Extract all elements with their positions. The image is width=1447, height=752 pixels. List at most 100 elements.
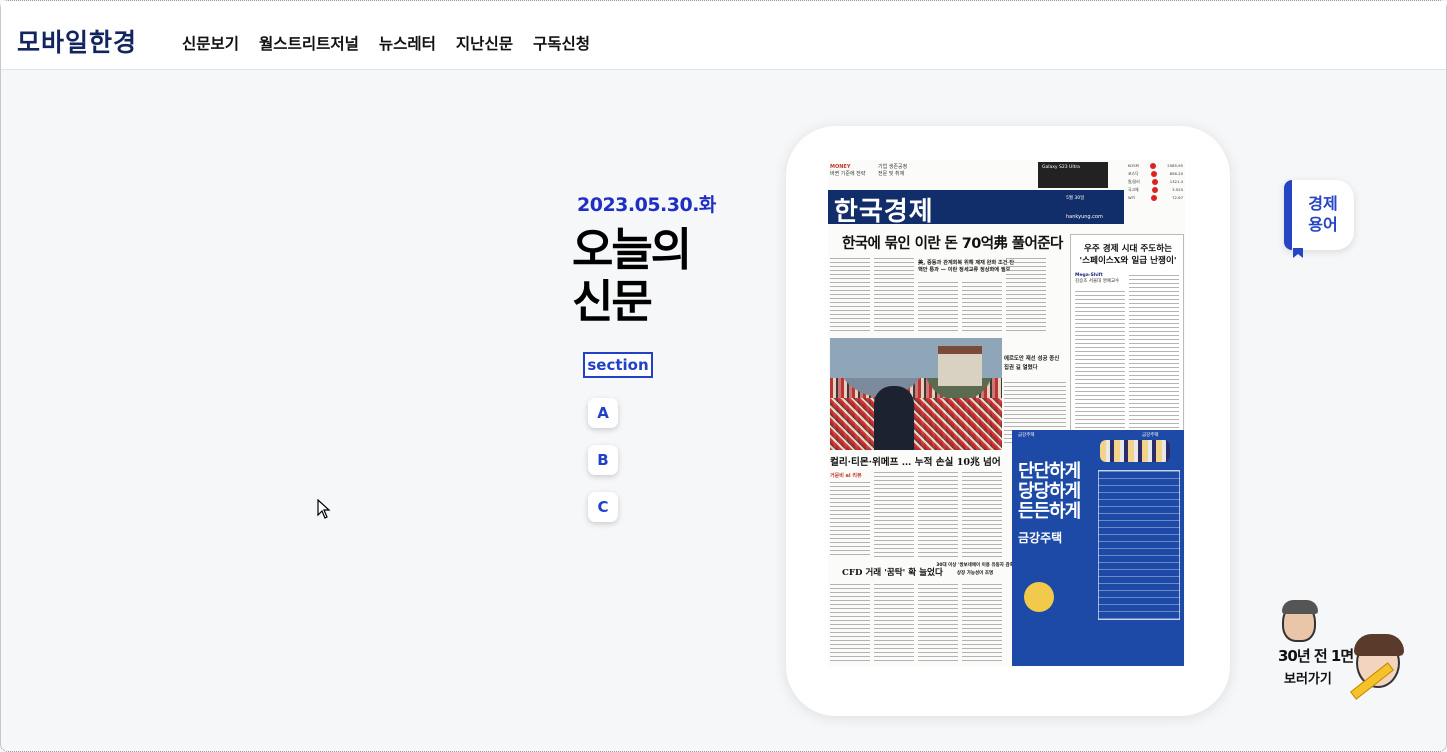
paper-text-block — [874, 472, 914, 558]
paper-text-block — [918, 472, 958, 558]
ad-brand-right: 금강주택 — [1142, 433, 1159, 438]
photo-building — [938, 346, 982, 386]
paper-box-title-2: '스페이스X와 일급 난쟁이' — [1079, 256, 1177, 266]
paper-box-tag: Mega-Shift 김승조 서울대 명예교수 — [1075, 273, 1119, 284]
ad-slogan-line: 단단하게 당당하게 든든하게 — [1018, 461, 1081, 522]
section-label: section — [583, 352, 653, 378]
section-b-button[interactable]: B — [588, 445, 618, 475]
market-dot-icon — [1150, 163, 1157, 169]
photo-person — [874, 386, 914, 450]
paper-brand-label: 거문비 ai 리뷰 — [830, 472, 862, 479]
paper-masthead-date: 5월 30일 — [1066, 196, 1085, 201]
paper-second-headline: 컬리·티몬·위메프 … 누적 손실 10兆 넘어 — [830, 457, 1001, 468]
term-line2: 용어 — [1308, 215, 1338, 234]
market-name: 코스닥 — [1128, 171, 1139, 176]
paper-headline: 한국에 묶인 이란 돈 70억弗 풀어준다 — [842, 236, 1063, 252]
economic-terms-button[interactable]: 경제 용어 — [1284, 180, 1354, 250]
ad-slogan: 단단하게 당당하게 든든하게 — [1018, 461, 1081, 522]
paper-market-index: KOSPI 2585.95 코스닥 856.20 원/달러 1321.4 국고채 3.5… — [1128, 162, 1183, 224]
paper-text-block — [1129, 275, 1179, 441]
paper-box-title-1: 우주 경제 시대 주도하는 — [1083, 244, 1173, 254]
paper-ad-banner: 금강주택 금강주택 단단하게 당당하게 든든하게 금강주택 — [1012, 430, 1184, 666]
paper-text-block — [830, 482, 870, 558]
ad-mascot-icon — [1024, 582, 1054, 612]
paper-brand-text: 거문비 ai 리뷰 — [830, 473, 862, 479]
market-row: KOSPI 2585.95 — [1128, 162, 1183, 170]
paper-top-mid-text: 기업 생존공정 — [878, 164, 908, 170]
paper-top-ad: Galaxy S23 Ultra — [1038, 162, 1108, 188]
page-title-line1: 오늘의 — [572, 223, 692, 276]
paper-subhead: 美, 중동과 관계회복 위해 제재 완화 조건 탄핵안 통과 — 이란 정세교류… — [918, 260, 1015, 273]
paper-text-block — [1006, 258, 1046, 334]
photo-crowd — [830, 398, 1002, 450]
nav-newsletter[interactable]: 뉴스레터 — [379, 32, 436, 54]
paper-text-block — [1075, 291, 1125, 441]
market-value: 2585.95 — [1167, 163, 1183, 168]
market-row: 코스닥 856.20 — [1128, 170, 1183, 178]
top-header: 모바일한경 신문보기 월스트리트저널 뉴스레터 지난신문 구독신청 — [1, 1, 1446, 70]
market-dot-icon — [1151, 179, 1158, 185]
term-line1: 경제 — [1308, 194, 1338, 213]
page-title-line2: 신문 — [572, 275, 653, 328]
paper-text-block — [918, 584, 958, 664]
paper-cfd-headline: CFD 거래 '꿈탁' 확 늘었다 — [842, 568, 943, 578]
paper-text-block — [874, 258, 914, 334]
market-value: 3.520 — [1172, 187, 1183, 192]
paper-column-box: 우주 경제 시대 주도하는 '스페이스X와 일급 난쟁이' Mega-Shift… — [1070, 234, 1184, 446]
market-value: 856.20 — [1169, 171, 1183, 176]
page-title: 오늘의 신문 — [572, 223, 692, 328]
paper-box-tag-label: Mega-Shift — [1075, 273, 1103, 278]
magnifier-man-icon — [1282, 600, 1318, 642]
throwback-line1: 30년 전 1면 — [1278, 647, 1354, 665]
market-row: 원/달러 1321.4 — [1128, 178, 1183, 186]
market-name: 원/달러 — [1128, 179, 1140, 184]
site-logo[interactable]: 모바일한경 — [17, 23, 137, 59]
throwback-30-years-button[interactable]: 30년 전 1면 보러가기 — [1274, 600, 1414, 710]
market-row: WTI 72.67 — [1128, 194, 1183, 202]
ad-product: 금강주택 — [1018, 531, 1063, 545]
market-dot-icon — [1150, 195, 1157, 201]
newspaper-front-page[interactable]: MONEY 바뀐 기준에 전략 기업 생존공정 전문 및 취재 Galaxy S… — [828, 160, 1185, 667]
paper-masthead-name: 한국경제 — [834, 197, 934, 227]
market-name: 국고채 — [1128, 187, 1139, 192]
market-value: 1321.4 — [1169, 179, 1183, 184]
ad-info-table — [1098, 470, 1180, 620]
nav-past-newspapers[interactable]: 지난신문 — [456, 32, 513, 54]
paper-top-ad-text: Galaxy S23 Ultra — [1042, 165, 1080, 170]
paper-top-mid-sub: 전문 및 취재 — [878, 171, 905, 177]
ad-illustration — [1100, 440, 1170, 462]
paper-text-block — [962, 584, 1002, 664]
paper-masthead-web: hankyung.com — [1066, 214, 1103, 220]
paper-masthead: 한국경제 5월 30일 hankyung.com — [828, 190, 1124, 227]
paper-text-block — [830, 258, 870, 334]
paper-top-left: MONEY 바뀐 기준에 전략 — [830, 164, 865, 178]
ad-brand-left: 금강주택 — [1018, 433, 1035, 438]
market-name: WTI — [1128, 195, 1136, 200]
market-dot-icon — [1152, 187, 1159, 193]
nav-wsj[interactable]: 월스트리트저널 — [259, 32, 359, 54]
paper-text-block — [874, 584, 914, 664]
mouse-cursor-icon — [317, 499, 331, 519]
paper-text-block — [918, 282, 958, 334]
main-nav: 신문보기 월스트리트저널 뉴스레터 지난신문 구독신청 — [182, 32, 590, 54]
throwback-line2: 보러가기 — [1284, 672, 1332, 687]
paper-text-block — [962, 282, 1002, 334]
market-value: 72.67 — [1172, 195, 1183, 200]
edition-date: 2023.05.30.화 — [577, 194, 716, 216]
section-a-button[interactable]: A — [588, 398, 618, 428]
paper-text-block — [962, 472, 1002, 558]
section-c-button[interactable]: C — [588, 492, 618, 522]
market-dot-icon — [1151, 171, 1158, 177]
paper-money-label: MONEY — [830, 164, 851, 170]
paper-box-title: 우주 경제 시대 주도하는 '스페이스X와 일급 난쟁이' — [1075, 243, 1181, 267]
market-name: KOSPI — [1128, 163, 1140, 168]
nav-newspaper-view[interactable]: 신문보기 — [182, 32, 239, 54]
paper-top-left-sub: 바뀐 기준에 전략 — [830, 171, 866, 177]
paper-photo-caption: 에르도안 재선 성공 종신 집권 길 열렸다 — [1004, 356, 1060, 371]
paper-main-photo — [830, 338, 1002, 450]
market-row: 국고채 3.520 — [1128, 186, 1183, 194]
paper-text-block — [830, 584, 870, 664]
paper-top-mid: 기업 생존공정 전문 및 취재 — [878, 164, 907, 178]
paper-box-author: 김승조 서울대 명예교수 — [1075, 279, 1120, 284]
nav-subscribe[interactable]: 구독신청 — [533, 32, 590, 54]
